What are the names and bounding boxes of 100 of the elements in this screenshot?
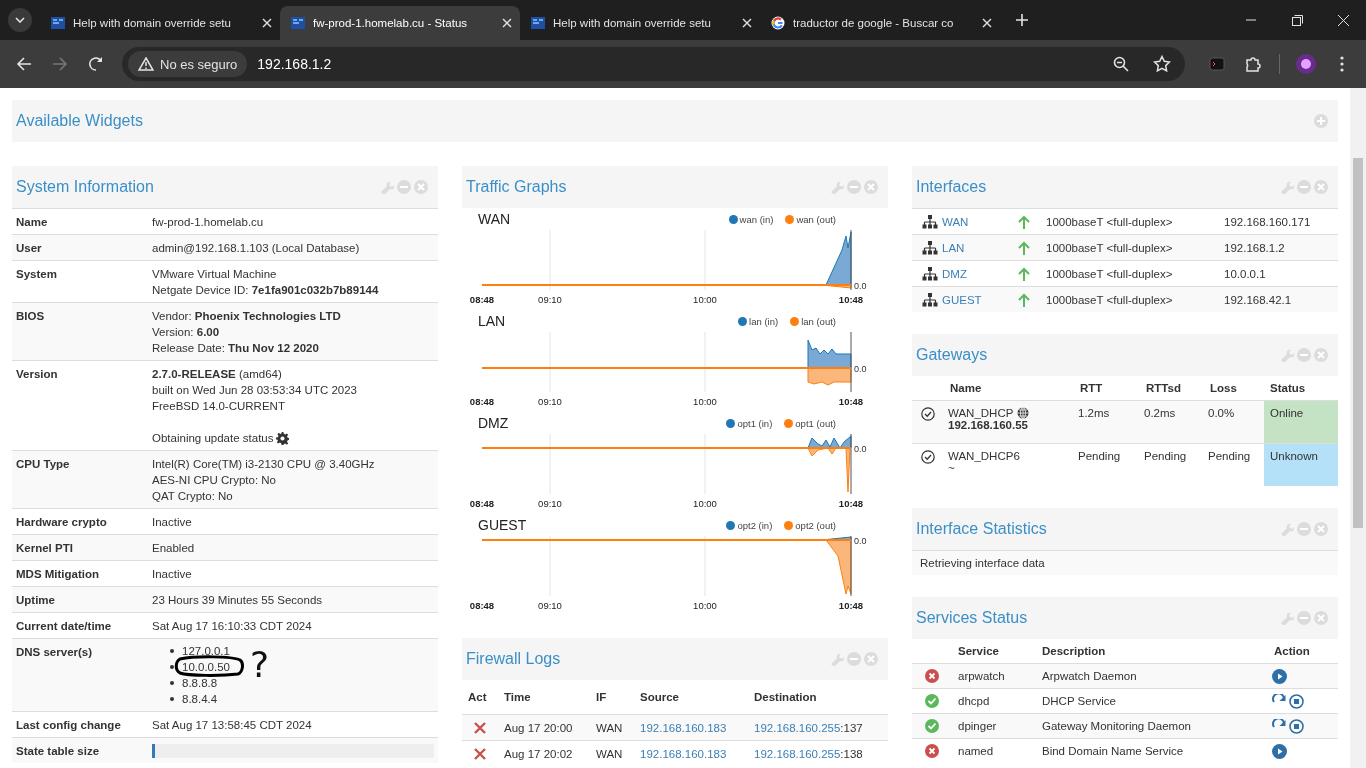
dns-server: 8.8.8.8 — [182, 676, 218, 691]
ip-link[interactable]: 192.168.160.183 — [640, 747, 727, 760]
table-cell-text: 1000baseT <full-duplex> — [1045, 241, 1174, 254]
network-icon — [922, 214, 938, 229]
legend-item[interactable]: wan (in) — [728, 213, 774, 225]
question-mark-annotation: ? — [249, 647, 270, 683]
table-cell-text: 1000baseT <full-duplex> — [1045, 293, 1174, 306]
gateway-name: WAN_DHCP6 — [948, 450, 1020, 462]
address-bar[interactable]: No es seguro 192.168.1.2 — [122, 47, 1185, 81]
wrench-icon[interactable] — [1280, 348, 1294, 362]
globe-icon — [1017, 407, 1030, 419]
close-icon[interactable] — [502, 18, 512, 28]
play-icon[interactable] — [1272, 668, 1287, 684]
avatar-icon — [1295, 53, 1317, 75]
ip-link[interactable]: 192.168.160.255 — [754, 747, 841, 760]
wrench-icon[interactable] — [1280, 522, 1294, 536]
security-chip[interactable]: No es seguro — [128, 51, 248, 77]
field-value: AES-NI CPU Crypto: No — [152, 473, 277, 488]
axis-label: 10:00 — [693, 294, 717, 305]
status-cell: Unknown — [1264, 444, 1338, 486]
minimize-icon[interactable] — [847, 180, 861, 194]
interface-link[interactable]: GUEST — [942, 293, 982, 306]
stop-icon[interactable] — [1289, 693, 1304, 709]
url-text: 192.168.1.2 — [257, 56, 332, 72]
axis-label: 0.0 — [854, 444, 867, 454]
minimize-icon[interactable] — [1297, 611, 1311, 625]
graph-title: GUEST — [478, 517, 527, 533]
panel-title: Available Widgets — [16, 112, 143, 130]
field-value: Vendor: Phoenix Technologies LTD — [152, 309, 342, 324]
minimize-icon[interactable] — [1297, 348, 1311, 362]
add-icon[interactable] — [1314, 114, 1328, 128]
panel-title: Gateways — [916, 346, 988, 364]
update-status: Obtaining update status — [152, 431, 274, 446]
bullet-icon — [170, 665, 174, 669]
close-icon[interactable] — [742, 18, 752, 28]
field-value: Sat Aug 17 13:58:45 CDT 2024 — [152, 718, 313, 733]
bullet-icon — [170, 681, 174, 685]
axis-label: 08:48 — [469, 294, 495, 305]
close-icon — [1337, 14, 1349, 26]
star-icon[interactable] — [1153, 55, 1171, 73]
table-cell-text: Aug 17 20:00 — [503, 721, 574, 734]
minimize-icon[interactable] — [1297, 180, 1311, 194]
field-label: MDS Mitigation — [15, 567, 101, 582]
zoom-icon[interactable] — [1113, 56, 1129, 72]
column-header: RTT — [1079, 382, 1104, 394]
table-cell-text: 192.168.42.1 — [1223, 293, 1293, 306]
play-icon[interactable] — [1272, 743, 1287, 759]
wrench-icon[interactable] — [830, 180, 844, 194]
minimize-icon — [1246, 19, 1256, 21]
legend-item[interactable]: lan (in) — [738, 315, 779, 327]
restore-icon — [1291, 14, 1303, 26]
table-cell-text: WAN — [595, 721, 624, 734]
column-header: Destination — [753, 691, 818, 703]
scrollbar[interactable] — [1350, 88, 1366, 768]
interface-link[interactable]: LAN — [942, 241, 965, 254]
browser-tab[interactable]: fw-prod-1.homelab.cu - Status — [280, 6, 520, 40]
wrench-icon[interactable] — [1280, 611, 1294, 625]
tab-search-button[interactable] — [8, 8, 32, 32]
wrench-icon[interactable] — [830, 652, 844, 666]
table-cell-text: arpwatch — [957, 670, 1006, 682]
table-cell-text: Bind Domain Name Service — [1041, 745, 1185, 757]
graph-title: WAN — [478, 211, 511, 227]
terminal-icon — [1209, 56, 1225, 72]
wrench-icon[interactable] — [1280, 180, 1294, 194]
minimize-icon[interactable] — [1297, 522, 1311, 536]
ip-link[interactable]: 192.168.160.255 — [754, 721, 841, 734]
legend-item[interactable]: opt1 (in) — [726, 417, 773, 429]
legend-item[interactable]: opt2 (in) — [726, 519, 773, 531]
colored-ring-icon — [770, 15, 786, 31]
legend-item[interactable]: opt1 (out) — [784, 417, 836, 429]
interface-link[interactable]: WAN — [942, 215, 969, 228]
network-icon — [922, 240, 938, 255]
table-cell-text: Pending — [1207, 449, 1252, 464]
site-icon — [50, 15, 66, 31]
site-icon — [530, 15, 546, 31]
field-value: FreeBSD 14.0-CURRENT — [152, 399, 286, 414]
block-icon — [474, 747, 486, 760]
table-cell-text: 0.0% — [1207, 406, 1236, 421]
wrench-icon[interactable] — [380, 180, 394, 194]
interface-link[interactable]: DMZ — [942, 267, 967, 280]
table-cell-text: 10.0.0.1 — [1223, 267, 1267, 280]
graph-title: LAN — [478, 313, 506, 329]
dns-server: 8.8.4.4 — [182, 692, 218, 707]
browser-tab[interactable]: Help with domain override setu — [40, 6, 280, 40]
table-cell-text: Pending — [1143, 449, 1188, 464]
axis-line — [850, 536, 852, 597]
field-value: Sat Aug 17 16:10:33 CDT 2024 — [152, 619, 313, 634]
close-icon[interactable] — [982, 18, 992, 28]
browser-tab[interactable]: Help with domain override setu — [520, 6, 760, 40]
ip-link[interactable]: 192.168.160.183 — [640, 721, 727, 734]
browser-tab[interactable]: traductor de google - Buscar co — [760, 6, 1000, 40]
legend-item[interactable]: wan (out) — [785, 213, 836, 225]
legend-item[interactable]: opt2 (out) — [784, 519, 836, 531]
minimize-icon[interactable] — [847, 652, 861, 666]
axis-label: 10:00 — [693, 396, 717, 407]
legend-item[interactable]: lan (out) — [790, 315, 836, 327]
close-icon[interactable] — [262, 18, 272, 28]
table-cell-text: 0.2ms — [1143, 406, 1177, 421]
stop-icon[interactable] — [1289, 718, 1304, 734]
minimize-icon[interactable] — [397, 180, 411, 194]
